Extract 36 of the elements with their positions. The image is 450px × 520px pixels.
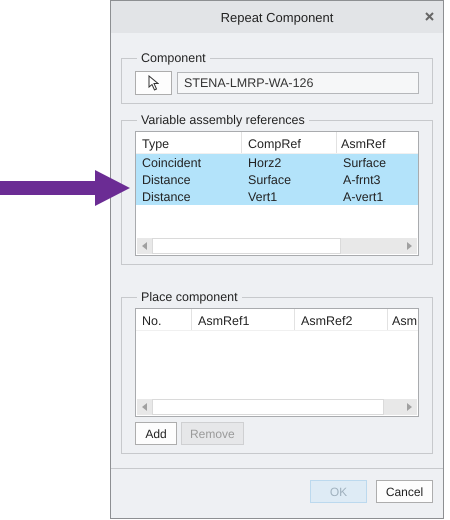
column-header[interactable]: AsmRef [337,132,418,153]
scroll-left-icon[interactable] [142,403,147,411]
table-cell-text: A-frnt3 [342,172,382,186]
table-row[interactable]: Coincident Horz2 Surface [136,154,418,171]
table-cell-text: Vert1 [247,190,278,204]
table-cell-text: Surface [342,156,388,170]
column-header[interactable]: AsmRef2 [295,309,388,330]
horizontal-scrollbar[interactable] [137,399,417,415]
column-header[interactable]: No. [136,309,192,330]
scroll-right-icon[interactable] [407,242,412,250]
column-header[interactable]: CompRef [242,132,337,153]
arrow-icon [0,170,130,206]
dialog-button[interactable]: Cancel [376,480,433,503]
table-cell-text: Distance [141,172,192,186]
close-icon[interactable] [425,12,434,21]
group-title: Component [140,51,207,65]
column-header[interactable]: Type [136,132,242,153]
table-row[interactable]: Distance Surface A-frnt3 [136,171,418,188]
action-button[interactable]: Add [135,422,177,445]
table-cell-text: Distance [141,190,192,204]
scroll-right-icon[interactable] [407,403,412,411]
table-cell-text: Surface [247,172,292,186]
scroll-left-icon[interactable] [142,242,147,250]
group-title: Place component [140,290,239,304]
window-title: Repeat Component [220,10,334,24]
horizontal-scrollbar[interactable] [137,238,417,254]
column-header[interactable]: AsmRef1 [192,309,295,330]
cursor-icon [148,75,159,91]
component-field[interactable]: STENA-LMRP-WA-126 [177,72,419,94]
select-button[interactable] [135,71,172,95]
table-cell-text: A-vert1 [342,190,384,204]
table-cell-text: Horz2 [247,156,282,170]
table-cell-text: Coincident [141,156,202,170]
table-row[interactable]: Distance Vert1 A-vert1 [136,188,418,205]
column-header[interactable]: Asm [388,309,418,330]
group-title: Variable assembly references [140,113,306,127]
